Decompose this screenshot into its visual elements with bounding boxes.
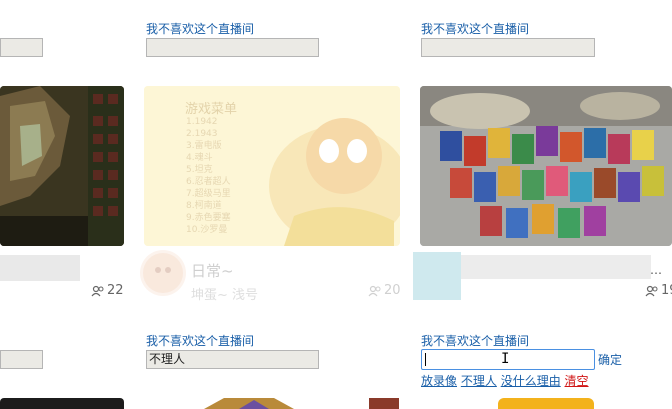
menu-item: 4.魂斗 bbox=[186, 153, 213, 163]
viewer-count-right: 19 bbox=[645, 283, 672, 298]
menu-item: 1.1942 bbox=[186, 117, 218, 127]
menu-title: 游戏菜单 bbox=[185, 102, 238, 117]
avatar-cartoon-icon bbox=[143, 253, 183, 293]
confirm-button[interactable]: 确定 bbox=[598, 353, 622, 367]
avatar-right-blurred bbox=[413, 252, 461, 300]
stream-thumbnail-bottom-right[interactable] bbox=[498, 398, 594, 409]
reason-input-middle-bottom[interactable]: 不理人 bbox=[146, 350, 319, 369]
streamer-name-middle[interactable]: 坤蛋~ 浅号 bbox=[191, 284, 258, 303]
dislike-link-middle-top[interactable]: 我不喜欢这个直播间 bbox=[146, 22, 254, 36]
dislike-link-middle-bottom[interactable]: 我不喜欢这个直播间 bbox=[146, 334, 254, 348]
streamer-info-left bbox=[0, 255, 80, 281]
reason-input-right-top[interactable] bbox=[421, 38, 595, 57]
viewer-count-value: 19 bbox=[661, 283, 672, 298]
avatar-middle[interactable] bbox=[140, 250, 186, 296]
reason-input-middle-top[interactable] bbox=[146, 38, 319, 57]
quick-reason-replay[interactable]: 放录像 bbox=[421, 374, 457, 388]
cartoon-thumbnail-image bbox=[144, 398, 400, 409]
text-cursor bbox=[425, 353, 426, 366]
viewer-count-left: 22 bbox=[91, 283, 124, 298]
cartoon-menu-image bbox=[144, 86, 400, 246]
i-beam-cursor-icon: I bbox=[501, 351, 510, 367]
stream-title-middle[interactable]: 日常~ bbox=[191, 260, 234, 281]
menu-item: 10.沙罗曼 bbox=[186, 225, 228, 235]
dislike-link-right-bottom[interactable]: 我不喜欢这个直播间 bbox=[421, 334, 529, 348]
viewers-icon bbox=[645, 285, 658, 296]
viewer-count-value: 22 bbox=[107, 283, 124, 298]
menu-item: 5.坦克 bbox=[186, 165, 213, 175]
menu-item: 2.1943 bbox=[186, 129, 218, 139]
menu-item: 7.超级马里 bbox=[186, 189, 231, 199]
viewers-icon bbox=[91, 285, 104, 296]
menu-item: 3.雷电版 bbox=[186, 141, 222, 151]
menu-item: 8.柯南道 bbox=[186, 201, 222, 211]
menu-item: 6.忍者超人 bbox=[186, 177, 231, 187]
reason-input-left-bottom[interactable] bbox=[0, 350, 43, 369]
menu-list: 1.1942 2.1943 3.雷电版 4.魂斗 5.坦克 6.忍者超人 7.超… bbox=[186, 116, 231, 236]
game-collection-image bbox=[420, 86, 672, 246]
reason-input-left-top[interactable] bbox=[0, 38, 43, 57]
stream-thumbnail-bottom-left[interactable] bbox=[0, 398, 124, 409]
stream-thumbnail-right[interactable] bbox=[420, 86, 672, 246]
viewer-count-middle: 20 bbox=[368, 283, 401, 298]
stream-thumbnail-middle[interactable]: 游戏菜单 1.1942 2.1943 3.雷电版 4.魂斗 5.坦克 6.忍者超… bbox=[144, 86, 400, 246]
menu-item: 9.赤色要塞 bbox=[186, 213, 231, 223]
quick-reasons: 放录像 不理人 没什么理由 清空 bbox=[421, 372, 589, 389]
streamer-info-right bbox=[461, 255, 651, 279]
viewers-icon bbox=[368, 285, 381, 296]
game-map-image bbox=[0, 86, 124, 246]
quick-reason-clear[interactable]: 清空 bbox=[565, 374, 589, 388]
stream-thumbnail-left[interactable] bbox=[0, 86, 124, 246]
quick-reason-none[interactable]: 没什么理由 bbox=[501, 374, 561, 388]
quick-reason-ignore[interactable]: 不理人 bbox=[461, 374, 497, 388]
more-indicator: … bbox=[650, 263, 662, 277]
stream-thumbnail-bottom-middle[interactable] bbox=[144, 398, 400, 409]
viewer-count-value: 20 bbox=[384, 283, 401, 298]
dislike-link-right-top[interactable]: 我不喜欢这个直播间 bbox=[421, 22, 529, 36]
